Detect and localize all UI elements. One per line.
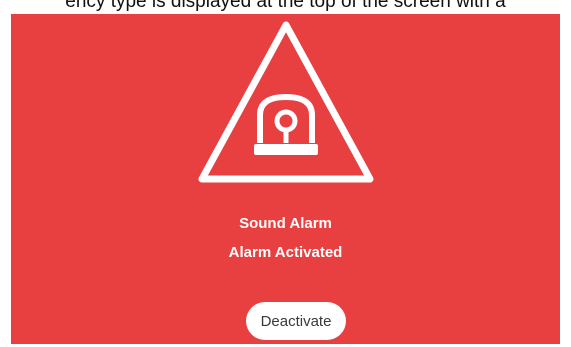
- deactivate-button[interactable]: Deactivate: [246, 302, 346, 340]
- siren-warning-triangle-icon: [198, 21, 374, 183]
- caption-text: ency type is displayed at the top of the…: [65, 0, 506, 12]
- alarm-title: Sound Alarm: [239, 215, 332, 232]
- alarm-status: Alarm Activated: [228, 244, 343, 261]
- caption-strip: ency type is displayed at the top of the…: [0, 0, 571, 14]
- alarm-screen: Sound Alarm Alarm Activated Deactivate: [11, 14, 560, 344]
